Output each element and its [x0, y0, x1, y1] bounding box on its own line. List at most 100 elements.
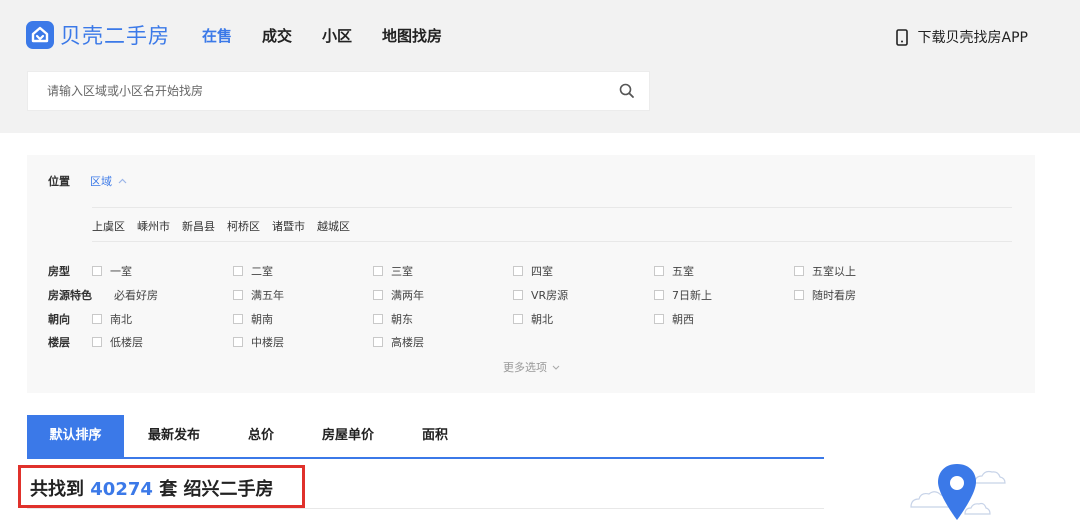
option-label: 朝东 — [391, 313, 413, 326]
floor-option-low[interactable]: 低楼层 — [92, 334, 143, 350]
search-icon[interactable] — [619, 83, 635, 99]
result-count: 40274 — [90, 479, 153, 500]
checkbox[interactable] — [794, 290, 804, 300]
checkbox[interactable] — [794, 266, 804, 276]
option-label: 朝北 — [531, 313, 553, 326]
checkbox[interactable] — [92, 266, 102, 276]
checkbox[interactable] — [233, 337, 243, 347]
search-box — [27, 71, 650, 111]
download-app-link[interactable]: 下载贝壳找房APP — [895, 27, 1028, 47]
tab-unit-price[interactable]: 房屋单价 — [298, 415, 398, 457]
location-tab-district[interactable]: 区域 — [90, 173, 127, 189]
result-suffix: 套 绍兴二手房 — [159, 479, 274, 500]
feature-option-7-day-new[interactable]: 7日新上 — [654, 287, 712, 303]
location-label: 位置 — [48, 175, 70, 188]
option-label: 二室 — [251, 265, 273, 278]
result-divider — [27, 508, 824, 509]
filter-row-features: 房源特色 必看好房 满五年 满两年 VR房源 7日新上 随时看房 — [48, 287, 1028, 303]
option-label: 低楼层 — [110, 336, 143, 349]
nav-item-for-sale[interactable]: 在售 — [202, 27, 232, 45]
main-nav: 在售 成交 小区 地图找房 — [202, 27, 472, 45]
checkbox[interactable] — [654, 290, 664, 300]
download-app-label: 下载贝壳找房APP — [917, 30, 1028, 46]
checkbox[interactable] — [373, 337, 383, 347]
search-input[interactable] — [28, 72, 608, 110]
option-label: 朝南 — [251, 313, 273, 326]
tab-area[interactable]: 面积 — [398, 415, 472, 457]
option-label: 必看好房 — [114, 289, 158, 302]
nav-item-sold[interactable]: 成交 — [262, 27, 292, 45]
checkbox[interactable] — [373, 266, 383, 276]
option-label: 四室 — [531, 265, 553, 278]
room-option-4[interactable]: 四室 — [513, 263, 553, 279]
checkbox[interactable] — [373, 290, 383, 300]
district-zhuji[interactable]: 诸暨市 — [272, 218, 305, 234]
checkbox[interactable] — [92, 314, 102, 324]
room-option-5[interactable]: 五室 — [654, 263, 694, 279]
feature-option-must-see[interactable]: 必看好房 — [114, 287, 158, 303]
option-label: 满五年 — [251, 289, 284, 302]
checkbox[interactable] — [654, 266, 664, 276]
tab-total-price[interactable]: 总价 — [224, 415, 298, 457]
location-divider — [92, 207, 1012, 208]
option-label: VR房源 — [531, 289, 569, 302]
checkbox[interactable] — [513, 266, 523, 276]
district-shengzhou[interactable]: 嵊州市 — [137, 218, 170, 234]
orientation-option-north[interactable]: 朝北 — [513, 311, 553, 327]
feature-option-anytime-viewing[interactable]: 随时看房 — [794, 287, 856, 303]
checkbox[interactable] — [233, 290, 243, 300]
logo[interactable]: 贝壳二手房 — [26, 20, 170, 50]
checkbox[interactable] — [233, 314, 243, 324]
checkbox[interactable] — [513, 290, 523, 300]
filter-row-orientation: 朝向 南北 朝南 朝东 朝北 朝西 — [48, 311, 1028, 327]
district-shangyu[interactable]: 上虞区 — [92, 218, 125, 234]
filter-row-label: 楼层 — [48, 336, 70, 349]
tab-default-sort[interactable]: 默认排序 — [27, 415, 124, 457]
district-list: 上虞区 嵊州市 新昌县 柯桥区 诸暨市 越城区 — [92, 218, 362, 234]
room-option-2[interactable]: 二室 — [233, 263, 273, 279]
checkbox[interactable] — [654, 314, 664, 324]
option-label: 南北 — [110, 313, 132, 326]
checkbox[interactable] — [513, 314, 523, 324]
room-option-1[interactable]: 一室 — [92, 263, 132, 279]
orientation-option-east[interactable]: 朝东 — [373, 311, 413, 327]
orientation-option-south[interactable]: 朝南 — [233, 311, 273, 327]
nav-item-community[interactable]: 小区 — [322, 27, 352, 45]
option-label: 高楼层 — [391, 336, 424, 349]
option-label: 三室 — [391, 265, 413, 278]
checkbox[interactable] — [373, 314, 383, 324]
option-label: 7日新上 — [672, 289, 712, 302]
floor-option-high[interactable]: 高楼层 — [373, 334, 424, 350]
room-option-3[interactable]: 三室 — [373, 263, 413, 279]
district-keqiao[interactable]: 柯桥区 — [227, 218, 260, 234]
more-options-label: 更多选项 — [503, 361, 547, 374]
filter-row-label: 朝向 — [48, 313, 70, 326]
district-yuecheng[interactable]: 越城区 — [317, 218, 350, 234]
feature-option-2-years[interactable]: 满两年 — [373, 287, 424, 303]
nav-item-map-search[interactable]: 地图找房 — [382, 27, 442, 45]
floor-option-middle[interactable]: 中楼层 — [233, 334, 284, 350]
option-label: 一室 — [110, 265, 132, 278]
filter-row-label: 房型 — [48, 265, 70, 278]
map-pin-cloud-icon — [910, 464, 1006, 520]
location-tab-label: 区域 — [90, 175, 112, 188]
more-options-toggle[interactable]: 更多选项 — [503, 359, 560, 375]
filter-row-room-type: 房型 一室 二室 三室 四室 五室 五室以上 — [48, 263, 1028, 279]
location-row: 位置 区域 — [48, 173, 127, 189]
phone-icon — [895, 28, 908, 46]
result-count-highlight: 共找到 40274 套 绍兴二手房 — [18, 465, 305, 508]
orientation-option-north-south[interactable]: 南北 — [92, 311, 132, 327]
option-label: 中楼层 — [251, 336, 284, 349]
chevron-up-icon — [118, 178, 127, 184]
feature-option-vr[interactable]: VR房源 — [513, 287, 568, 303]
checkbox[interactable] — [233, 266, 243, 276]
feature-option-5-years[interactable]: 满五年 — [233, 287, 284, 303]
checkbox[interactable] — [92, 337, 102, 347]
result-summary: 共找到 40274 套 绍兴二手房 — [30, 475, 273, 501]
orientation-option-west[interactable]: 朝西 — [654, 311, 694, 327]
result-prefix: 共找到 — [30, 479, 84, 500]
option-label: 五室 — [672, 265, 694, 278]
district-xinchang[interactable]: 新昌县 — [182, 218, 215, 234]
tab-newest[interactable]: 最新发布 — [124, 415, 224, 457]
room-option-5-plus[interactable]: 五室以上 — [794, 263, 856, 279]
